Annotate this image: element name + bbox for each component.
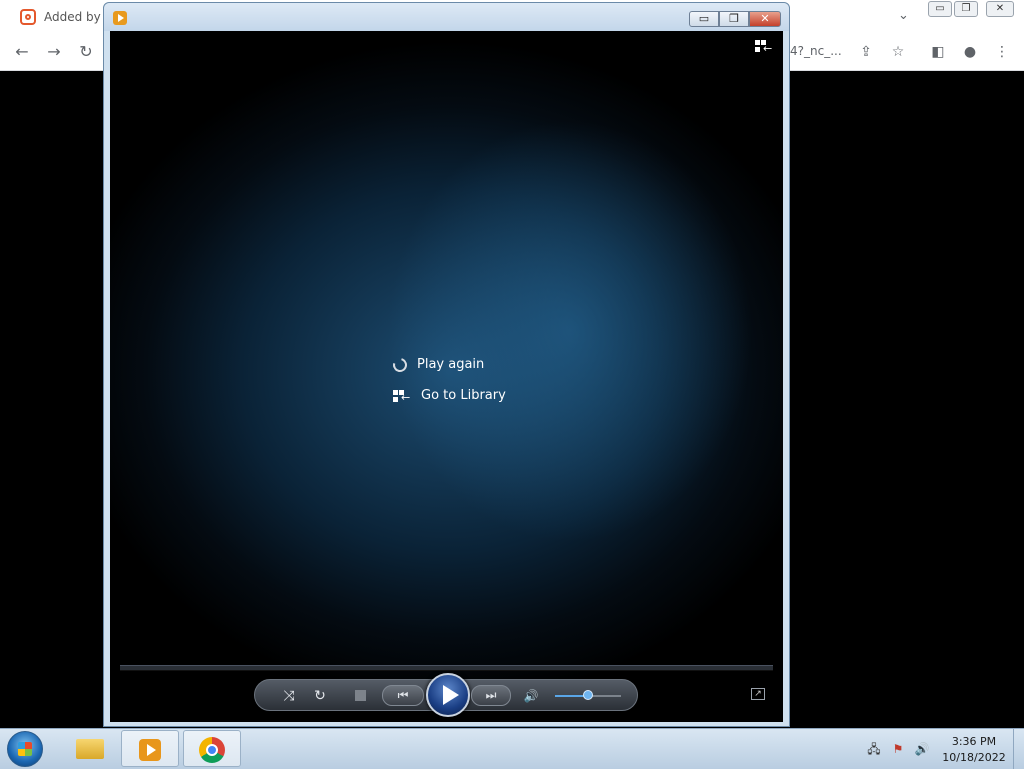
browser-tab-title: Added by xyxy=(44,10,101,24)
action-center-flag-icon[interactable]: ⚑ xyxy=(890,741,906,757)
browser-close-button[interactable]: ✕ xyxy=(986,1,1014,17)
profile-avatar-icon[interactable]: ● xyxy=(960,42,980,62)
taskbar: 🖧 ⚑ 🔊 3:36 PM 10/18/2022 xyxy=(0,728,1024,769)
browser-menu-icon[interactable]: ⋮ xyxy=(992,42,1012,62)
browser-minimize-button[interactable]: ▭ xyxy=(928,1,952,17)
media-player-icon xyxy=(139,739,161,761)
taskbar-media-player[interactable] xyxy=(121,730,179,767)
play-button[interactable] xyxy=(426,673,470,717)
start-button[interactable] xyxy=(7,731,43,767)
omnibox-url[interactable]: 4?_nc_... xyxy=(790,44,842,58)
browser-tab[interactable]: Added by xyxy=(8,4,101,30)
clock-time: 3:36 PM xyxy=(951,735,997,748)
chrome-icon xyxy=(199,737,225,763)
switch-to-now-playing-icon[interactable]: ↗ xyxy=(751,688,765,700)
taskbar-chrome[interactable] xyxy=(183,730,241,767)
network-icon[interactable]: 🖧 xyxy=(866,741,882,757)
switch-to-library-icon: ← xyxy=(393,389,411,403)
tab-search-chevron-icon[interactable]: ⌄ xyxy=(898,8,909,23)
play-again-link[interactable]: Play again xyxy=(390,349,506,380)
side-panel-icon[interactable]: ◧ xyxy=(928,42,948,62)
clock-date: 10/18/2022 xyxy=(942,751,1006,764)
playback-controls: ⤨ ↻ ⏮ ⏭ 🔊 xyxy=(254,673,638,717)
switch-to-library-button[interactable]: ← xyxy=(755,40,773,54)
show-desktop-button[interactable] xyxy=(1013,729,1024,769)
media-player-titlebar[interactable]: ▭ ❐ ✕ xyxy=(104,3,789,31)
volume-slider[interactable] xyxy=(555,690,621,700)
minimize-button[interactable]: ▭ xyxy=(689,11,719,27)
go-to-library-link[interactable]: ← Go to Library xyxy=(393,380,506,411)
taskbar-explorer[interactable] xyxy=(60,730,118,767)
share-icon[interactable]: ⇪ xyxy=(856,42,876,62)
system-clock[interactable]: 3:36 PM 10/18/2022 xyxy=(940,734,1008,766)
forward-arrow-icon[interactable]: → xyxy=(44,42,64,62)
media-player-window: ▭ ❐ ✕ ← Play again ← Go to Library ⤨ ↻ ⏮… xyxy=(103,2,790,727)
repeat-icon[interactable]: ↻ xyxy=(310,686,330,706)
instagram-icon xyxy=(20,9,36,25)
seek-bar[interactable] xyxy=(120,665,773,671)
previous-button[interactable]: ⏮ xyxy=(382,685,424,706)
folder-icon xyxy=(76,739,104,759)
reload-icon[interactable]: ↻ xyxy=(76,42,96,62)
window-controls: ▭ ❐ ✕ xyxy=(689,11,781,27)
next-button[interactable]: ⏭ xyxy=(471,685,511,706)
now-playing-area[interactable]: ← Play again ← Go to Library ⤨ ↻ ⏮ ⏭ 🔊 ↗ xyxy=(110,31,783,722)
bookmark-star-icon[interactable]: ☆ xyxy=(888,42,908,62)
browser-restore-button[interactable]: ❐ xyxy=(954,1,978,17)
back-arrow-icon[interactable]: ← xyxy=(12,42,32,62)
replay-icon xyxy=(390,354,410,375)
playback-end-menu: Play again ← Go to Library xyxy=(390,349,506,411)
shuffle-icon[interactable]: ⤨ xyxy=(279,686,299,706)
stop-button[interactable] xyxy=(355,690,366,701)
volume-knob[interactable] xyxy=(583,690,593,700)
media-player-app-icon xyxy=(113,11,127,25)
volume-tray-icon[interactable]: 🔊 xyxy=(914,741,930,757)
go-to-library-label: Go to Library xyxy=(421,388,506,403)
restore-button[interactable]: ❐ xyxy=(719,11,749,27)
play-again-label: Play again xyxy=(417,357,485,372)
mute-button[interactable]: 🔊 xyxy=(521,686,541,706)
close-button[interactable]: ✕ xyxy=(749,11,781,27)
